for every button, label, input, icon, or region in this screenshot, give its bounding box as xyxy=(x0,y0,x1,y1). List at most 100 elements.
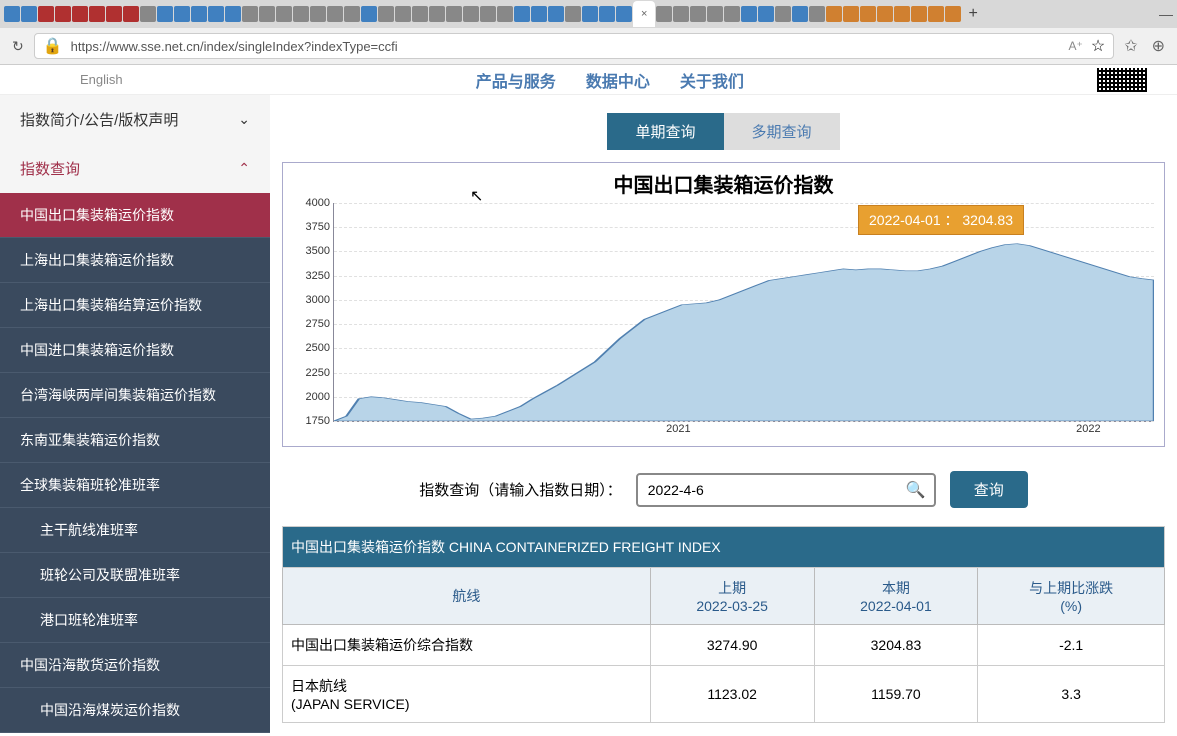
refresh-icon[interactable]: ↻ xyxy=(12,38,24,55)
browser-tab[interactable] xyxy=(327,6,343,22)
browser-tab[interactable] xyxy=(707,6,723,22)
lang-switch[interactable]: English xyxy=(80,72,123,87)
browser-tab[interactable] xyxy=(792,6,808,22)
sidebar-item-port[interactable]: 港口班轮准班率 xyxy=(0,598,270,643)
browser-tab[interactable] xyxy=(429,6,445,22)
browser-tab[interactable] xyxy=(548,6,564,22)
browser-tab[interactable] xyxy=(174,6,190,22)
browser-tab[interactable] xyxy=(860,6,876,22)
tab-multi[interactable]: 多期查询 xyxy=(724,113,840,150)
browser-tab[interactable] xyxy=(480,6,496,22)
nav-products[interactable]: 产品与服务 xyxy=(476,68,556,92)
browser-tab[interactable] xyxy=(21,6,37,22)
sidebar-item-twfi[interactable]: 台湾海峡两岸间集装箱运价指数 xyxy=(0,373,270,418)
browser-tab[interactable] xyxy=(276,6,292,22)
browser-tab[interactable] xyxy=(673,6,689,22)
sidebar-item-global[interactable]: 全球集装箱班轮准班率 xyxy=(0,463,270,508)
browser-tab[interactable] xyxy=(928,6,944,22)
browser-tab[interactable] xyxy=(106,6,122,22)
browser-tab[interactable] xyxy=(310,6,326,22)
table-row: 日本航线 (JAPAN SERVICE) 1123.02 1159.70 3.3 xyxy=(283,666,1165,723)
browser-tab[interactable] xyxy=(463,6,479,22)
sidebar-item-cicfi[interactable]: 中国进口集装箱运价指数 xyxy=(0,328,270,373)
browser-tab[interactable] xyxy=(843,6,859,22)
browser-tab[interactable] xyxy=(38,6,54,22)
browser-tab[interactable] xyxy=(412,6,428,22)
browser-tab[interactable] xyxy=(656,6,672,22)
browser-tab[interactable] xyxy=(208,6,224,22)
sidebar-group-intro[interactable]: 指数简介/公告/版权声明 ⌄ xyxy=(0,95,270,144)
browser-tab[interactable] xyxy=(55,6,71,22)
sidebar-item-ccfi[interactable]: 中国出口集装箱运价指数 xyxy=(0,193,270,238)
sidebar-item-coal[interactable]: 中国沿海煤炭运价指数 xyxy=(0,688,270,733)
browser-tab[interactable] xyxy=(741,6,757,22)
browser-tab[interactable] xyxy=(877,6,893,22)
browser-tab[interactable] xyxy=(809,6,825,22)
col-curr: 本期2022-04-01 xyxy=(814,568,978,625)
chart-plot-area[interactable]: 1750200022502500275030003250350037504000… xyxy=(333,203,1154,422)
browser-tab[interactable] xyxy=(225,6,241,22)
chart-title: 中国出口集装箱运价指数 xyxy=(283,163,1164,204)
browser-tab[interactable] xyxy=(775,6,791,22)
browser-tab[interactable] xyxy=(724,6,740,22)
browser-tab[interactable] xyxy=(616,6,632,22)
browser-tab[interactable] xyxy=(514,6,530,22)
browser-tab[interactable] xyxy=(758,6,774,22)
search-row: 指数查询（请输入指数日期）： 🔍 查询 xyxy=(282,471,1165,508)
browser-tab[interactable] xyxy=(72,6,88,22)
browser-tab[interactable] xyxy=(446,6,462,22)
table-title: 中国出口集装箱运价指数 CHINA CONTAINERIZED FREIGHT … xyxy=(283,527,1165,568)
browser-tab[interactable] xyxy=(826,6,842,22)
browser-tab[interactable] xyxy=(497,6,513,22)
browser-tab[interactable] xyxy=(89,6,105,22)
main-content: 单期查询 多期查询 中国出口集装箱运价指数 175020002250250027… xyxy=(270,95,1177,733)
close-icon[interactable]: × xyxy=(641,8,647,20)
sidebar-item-scfi[interactable]: 上海出口集装箱运价指数 xyxy=(0,238,270,283)
favorite-icon[interactable]: ☆ xyxy=(1091,36,1105,56)
sidebar-item-coastal[interactable]: 中国沿海散货运价指数 xyxy=(0,643,270,688)
sidebar-group-query[interactable]: 指数查询 ⌃ xyxy=(0,144,270,193)
url-input[interactable]: 🔒 https://www.sse.net.cn/index/singleInd… xyxy=(34,33,1114,59)
collections-icon[interactable]: ⊕ xyxy=(1152,36,1165,56)
browser-tab[interactable] xyxy=(344,6,360,22)
new-tab-button[interactable]: + xyxy=(962,5,983,23)
favorites-icon[interactable]: ✩ xyxy=(1124,36,1137,56)
browser-tab[interactable] xyxy=(565,6,581,22)
browser-tab[interactable] xyxy=(894,6,910,22)
browser-tab-active[interactable]: × xyxy=(633,1,655,27)
sidebar-item-seafi[interactable]: 东南亚集装箱运价指数 xyxy=(0,418,270,463)
minimize-icon[interactable]: — xyxy=(1159,6,1173,22)
tab-single[interactable]: 单期查询 xyxy=(607,113,723,150)
nav-about[interactable]: 关于我们 xyxy=(680,68,744,92)
query-button[interactable]: 查询 xyxy=(950,471,1028,508)
reader-icon[interactable]: A⁺ xyxy=(1069,39,1083,53)
chart: 中国出口集装箱运价指数 1750200022502500275030003250… xyxy=(282,162,1165,447)
sidebar-item-alliance[interactable]: 班轮公司及联盟准班率 xyxy=(0,553,270,598)
browser-tab[interactable] xyxy=(191,6,207,22)
top-nav: 产品与服务 数据中心 关于我们 xyxy=(476,68,744,92)
browser-tab[interactable] xyxy=(157,6,173,22)
sidebar: 指数简介/公告/版权声明 ⌄ 指数查询 ⌃ 中国出口集装箱运价指数 上海出口集装… xyxy=(0,95,270,733)
browser-tab[interactable] xyxy=(242,6,258,22)
browser-tab[interactable] xyxy=(123,6,139,22)
browser-tab[interactable] xyxy=(259,6,275,22)
browser-tab[interactable] xyxy=(140,6,156,22)
date-input[interactable] xyxy=(636,473,936,507)
browser-tab[interactable] xyxy=(4,6,20,22)
browser-tab[interactable] xyxy=(599,6,615,22)
search-label: 指数查询（请输入指数日期）： xyxy=(419,479,622,500)
browser-tab[interactable] xyxy=(531,6,547,22)
search-icon[interactable]: 🔍 xyxy=(906,480,926,500)
sidebar-item-scfis[interactable]: 上海出口集装箱结算运价指数 xyxy=(0,283,270,328)
site-header: English 产品与服务 数据中心 关于我们 xyxy=(0,65,1177,95)
nav-data[interactable]: 数据中心 xyxy=(586,68,650,92)
browser-tab[interactable] xyxy=(395,6,411,22)
browser-tab[interactable] xyxy=(361,6,377,22)
browser-tab[interactable] xyxy=(690,6,706,22)
sidebar-item-trunk[interactable]: 主干航线准班率 xyxy=(0,508,270,553)
browser-tab[interactable] xyxy=(378,6,394,22)
browser-tab[interactable] xyxy=(911,6,927,22)
browser-tab[interactable] xyxy=(945,6,961,22)
browser-tab[interactable] xyxy=(293,6,309,22)
browser-tab[interactable] xyxy=(582,6,598,22)
